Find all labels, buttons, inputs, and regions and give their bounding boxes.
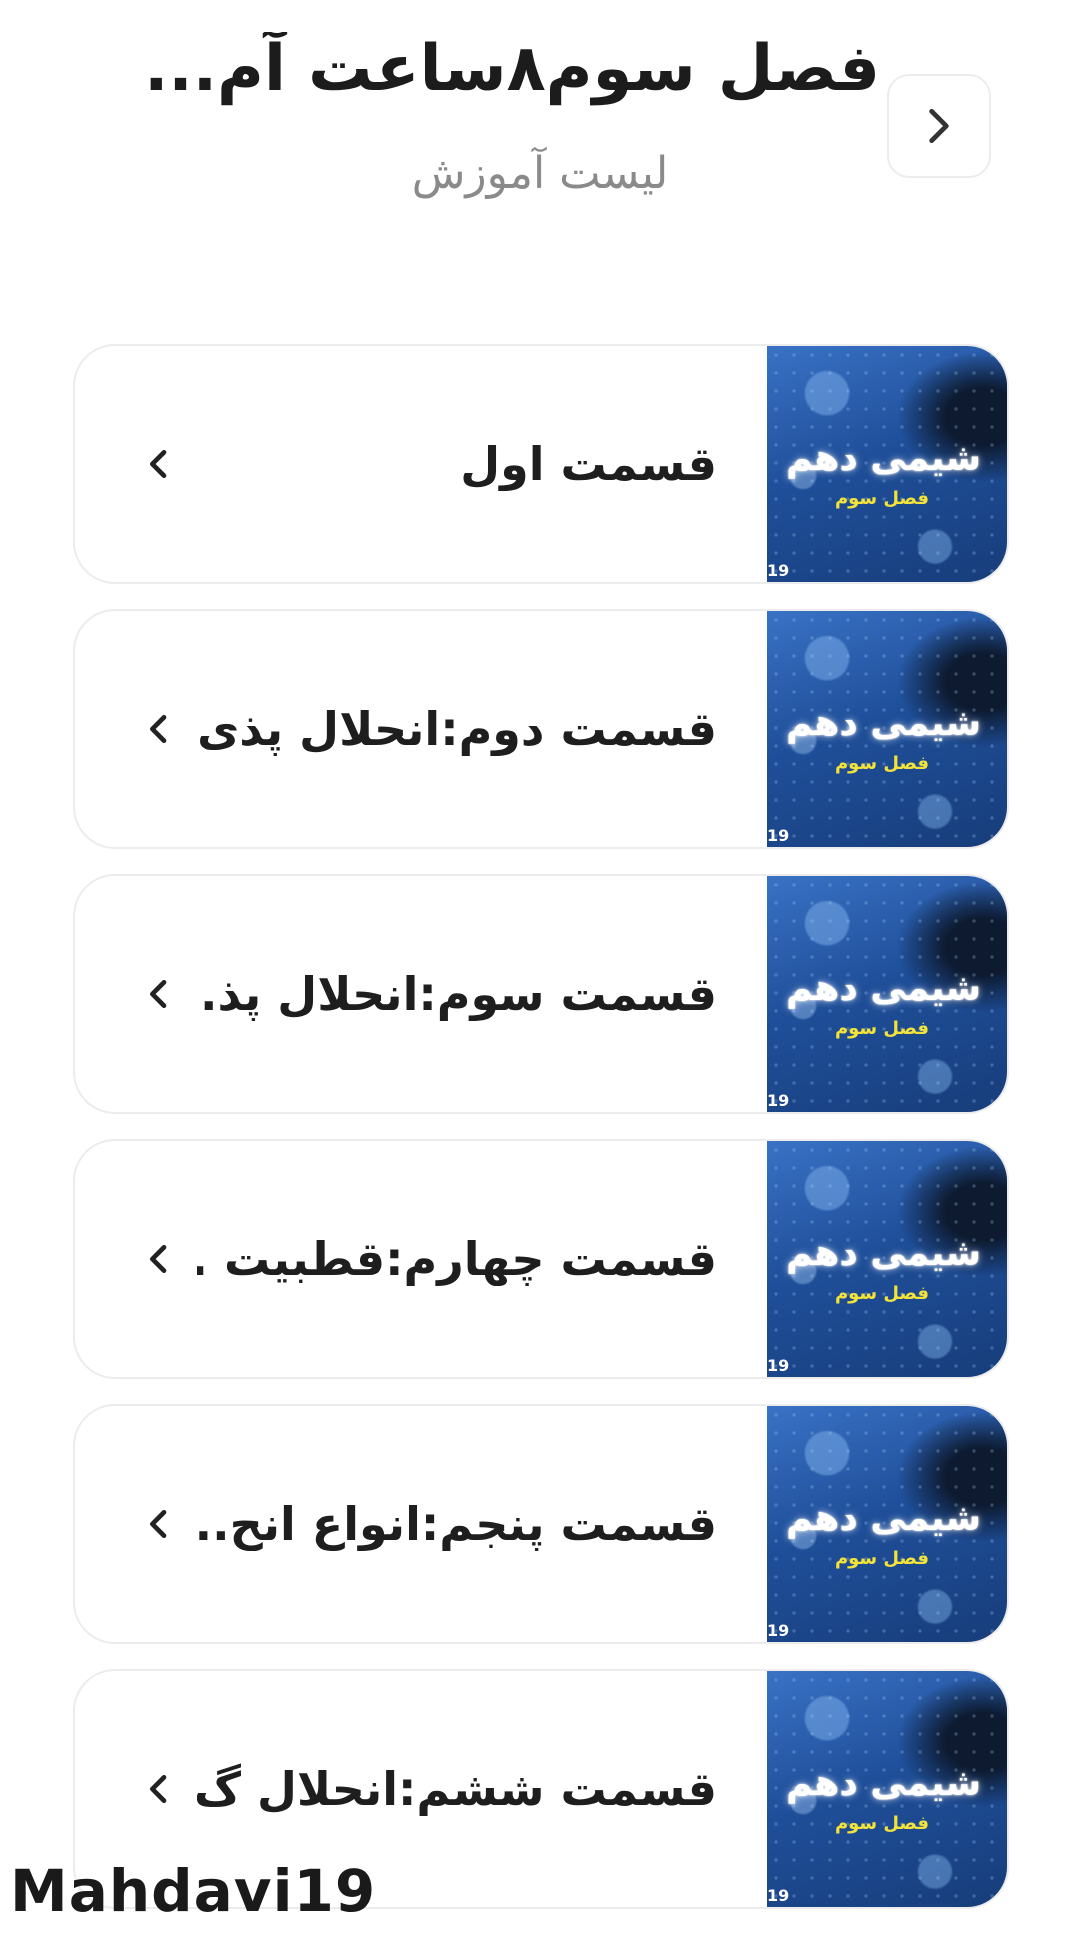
- thumbnail-subtitle: فصل سوم: [834, 1018, 929, 1039]
- chevron-left-icon: [150, 1775, 167, 1803]
- lesson-list: قسمت اول شیمی دهم فصل سوم 19 قسمت دوم:ان…: [73, 344, 1009, 1934]
- thumbnail-title: شیمی دهم: [786, 1498, 981, 1539]
- thumbnail-subtitle: فصل سوم: [834, 753, 929, 774]
- chevron-left-icon: [150, 980, 167, 1008]
- chevron-left-icon: [150, 1245, 167, 1273]
- lesson-title: قسمت ششم:انحلال گ..: [197, 1762, 717, 1816]
- lesson-title: قسمت سوم:انحلال پذ...: [197, 967, 717, 1021]
- thumbnail-title: شیمی دهم: [786, 1763, 981, 1804]
- lesson-card[interactable]: قسمت اول شیمی دهم فصل سوم 19: [73, 344, 1009, 584]
- lesson-thumbnail: شیمی دهم فصل سوم 19: [767, 346, 1007, 582]
- lesson-card[interactable]: قسمت چهارم:قطبیت ... شیمی دهم فصل سوم 19: [73, 1139, 1009, 1379]
- lesson-title: قسمت چهارم:قطبیت ...: [197, 1232, 717, 1286]
- lesson-thumbnail: شیمی دهم فصل سوم 19: [767, 1671, 1007, 1907]
- chevron-left-icon: [150, 1510, 167, 1538]
- thumbnail-subtitle: فصل سوم: [834, 1548, 929, 1569]
- lesson-title: قسمت دوم:انحلال پذی..: [197, 702, 717, 756]
- thumbnail-title: شیمی دهم: [786, 1233, 981, 1274]
- lesson-thumbnail: شیمی دهم فصل سوم 19: [767, 611, 1007, 847]
- thumbnail-title: شیمی دهم: [786, 438, 981, 479]
- thumbnail-title: شیمی دهم: [786, 703, 981, 744]
- lesson-card[interactable]: قسمت دوم:انحلال پذی.. شیمی دهم فصل سوم 1…: [73, 609, 1009, 849]
- lesson-title: قسمت اول: [460, 437, 717, 491]
- thumbnail-number: 19: [767, 1091, 790, 1110]
- lesson-card[interactable]: قسمت پنجم:انواع انح... شیمی دهم فصل سوم …: [73, 1404, 1009, 1644]
- lesson-thumbnail: شیمی دهم فصل سوم 19: [767, 1406, 1007, 1642]
- thumbnail-number: 19: [767, 1621, 790, 1640]
- chevron-left-icon: [150, 715, 167, 743]
- lesson-card[interactable]: قسمت سوم:انحلال پذ... شیمی دهم فصل سوم 1…: [73, 874, 1009, 1114]
- thumbnail-number: 19: [767, 561, 790, 580]
- page-title: فصل سوم۸ساعت آم...: [150, 32, 880, 106]
- lesson-title: قسمت پنجم:انواع انح...: [197, 1497, 717, 1551]
- thumbnail-subtitle: فصل سوم: [834, 488, 929, 509]
- back-button[interactable]: [887, 74, 991, 178]
- thumbnail-number: 19: [767, 1356, 790, 1375]
- chevron-left-icon: [150, 450, 167, 478]
- lesson-thumbnail: شیمی دهم فصل سوم 19: [767, 1141, 1007, 1377]
- page-subtitle: لیست آموزش: [411, 148, 669, 199]
- thumbnail-number: 19: [767, 826, 790, 845]
- thumbnail-title: شیمی دهم: [786, 968, 981, 1009]
- chevron-right-icon: [929, 108, 949, 144]
- thumbnail-subtitle: فصل سوم: [834, 1813, 929, 1834]
- header: فصل سوم۸ساعت آم... لیست آموزش: [0, 0, 1080, 240]
- watermark: Mahdavi19: [10, 1857, 377, 1925]
- lesson-thumbnail: شیمی دهم فصل سوم 19: [767, 876, 1007, 1112]
- thumbnail-subtitle: فصل سوم: [834, 1283, 929, 1304]
- thumbnail-number: 19: [767, 1886, 790, 1905]
